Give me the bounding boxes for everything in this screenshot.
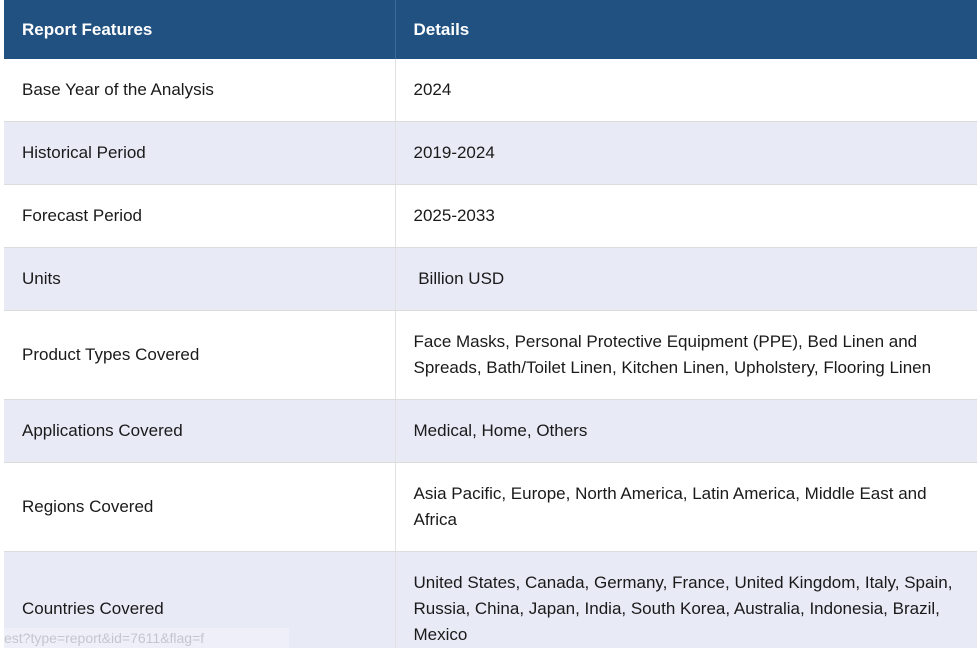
row-feature-label: Countries Covered bbox=[22, 599, 164, 618]
row-feature-label: Regions Covered bbox=[4, 462, 396, 552]
row-feature-value: Billion USD bbox=[395, 247, 977, 311]
table-row: Base Year of the Analysis 2024 bbox=[4, 59, 977, 122]
row-feature-value-cell: United States, Canada, Germany, France, … bbox=[395, 551, 977, 648]
table-row: Historical Period 2019-2024 bbox=[4, 121, 977, 185]
table-row: Regions Covered Asia Pacific, Europe, No… bbox=[4, 462, 977, 552]
row-feature-label-cell: Countries Covered bbox=[4, 551, 396, 648]
row-feature-label: Applications Covered bbox=[4, 399, 396, 463]
row-feature-value: 2019-2024 bbox=[395, 121, 977, 185]
table-row: Product Types Covered Face Masks, Person… bbox=[4, 310, 977, 400]
row-feature-value: 2025-2033 bbox=[395, 184, 977, 248]
header-report-features: Report Features bbox=[4, 0, 396, 59]
row-feature-value: Asia Pacific, Europe, North America, Lat… bbox=[395, 462, 977, 552]
row-feature-label: Base Year of the Analysis bbox=[4, 59, 396, 122]
row-feature-value: Face Masks, Personal Protective Equipmen… bbox=[395, 310, 977, 400]
row-feature-label: Product Types Covered bbox=[4, 310, 396, 400]
row-feature-label: Units bbox=[4, 247, 396, 311]
table-row: Forecast Period 2025-2033 bbox=[4, 184, 977, 248]
table-row: Applications Covered Medical, Home, Othe… bbox=[4, 399, 977, 463]
table-header-row: Report Features Details bbox=[4, 0, 977, 59]
row-feature-value: Medical, Home, Others bbox=[395, 399, 977, 463]
report-features-table: Report Features Details Base Year of the… bbox=[4, 0, 977, 648]
row-feature-value: United States, Canada, Germany, France, … bbox=[413, 573, 953, 644]
row-feature-label: Historical Period bbox=[4, 121, 396, 185]
row-feature-label: Forecast Period bbox=[4, 184, 396, 248]
report-table-page: Report Features Details Base Year of the… bbox=[0, 0, 977, 648]
table-row: Units Billion USD bbox=[4, 247, 977, 311]
header-details: Details bbox=[395, 0, 977, 59]
table-row: Countries Covered United States, Canada,… bbox=[4, 551, 977, 648]
row-feature-value: 2024 bbox=[395, 59, 977, 122]
